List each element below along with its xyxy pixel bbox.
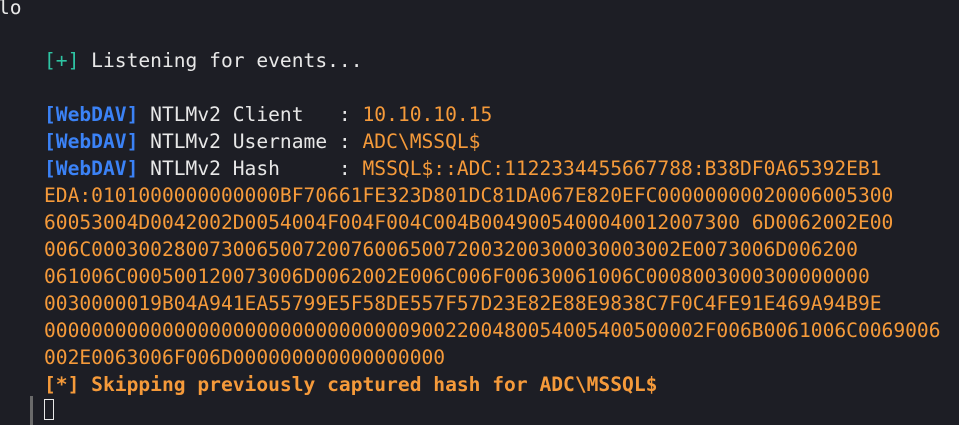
hash-continuation-line: 006C000300280073006500720076006500720032… (44, 238, 858, 261)
webdav-tag: [WebDAV] (44, 157, 139, 180)
skipping-text: Skipping previously captured hash for AD… (79, 373, 658, 396)
status-tag-plus: [+] (44, 49, 80, 72)
hash-continuation-line: 002E0063006F006D000000000000000000 (44, 346, 446, 369)
webdav-tag: [WebDAV] (44, 130, 139, 153)
skipping-line: [*] Skipping previously captured hash fo… (44, 373, 657, 397)
hash-continuation-line: 061006C000500120073006D0062002E006C006F0… (44, 265, 870, 288)
top-fragment-text: lo (0, 0, 22, 19)
hash-line: [WebDAV] NTLMv2 Hash : MSSQL$::ADC:11223… (44, 157, 882, 181)
username-label: NTLMv2 Username : (138, 130, 363, 153)
webdav-tag: [WebDAV] (44, 103, 139, 126)
hash-continuation-line: 0030000019B04A941EA55799E5F58DE557F57D23… (44, 292, 882, 315)
hash-label: NTLMv2 Hash : (138, 157, 363, 180)
listening-line: [+] Listening for events... (44, 49, 363, 73)
status-tag-star: [*] (44, 373, 80, 396)
client-line: [WebDAV] NTLMv2 Client : 10.10.10.15 (44, 103, 492, 127)
hash-value: MSSQL$::ADC:1122334455667788:B38DF0A6539… (362, 157, 882, 180)
client-value: 10.10.10.15 (362, 103, 493, 126)
username-line: [WebDAV] NTLMv2 Username : ADC\MSSQL$ (44, 130, 480, 154)
prompt-gutter-bar (30, 396, 33, 425)
hash-continuation-line: EDA:0101000000000000BF70661FE323D801DC81… (44, 184, 894, 207)
text-cursor[interactable] (44, 399, 54, 420)
listening-text: Listening for events... (79, 49, 363, 72)
client-label: NTLMv2 Client : (138, 103, 363, 126)
username-value: ADC\MSSQL$ (362, 130, 481, 153)
hash-continuation-line: 60053004D0042002D0054004F004F004C004B004… (44, 211, 894, 234)
hash-continuation-line: 0000000000000000000000000000000900220048… (44, 319, 941, 342)
